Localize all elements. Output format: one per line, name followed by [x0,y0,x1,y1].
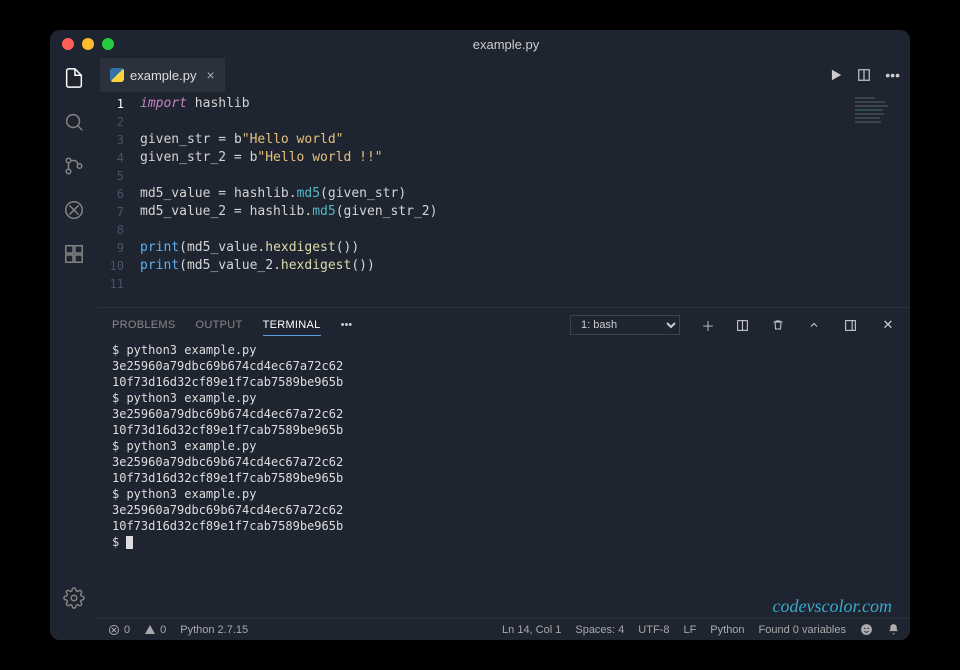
code-line[interactable]: 9print(md5_value.hexdigest()) [98,239,910,257]
vscode-window: example.py [50,30,910,640]
maximize-window-button[interactable] [102,38,114,50]
split-editor-icon[interactable] [857,68,871,82]
workbench: example.py × ••• [50,58,910,640]
status-variables[interactable]: Found 0 variables [759,624,846,636]
settings-gear-icon[interactable] [62,586,86,610]
status-interpreter[interactable]: Python 2.7.15 [180,624,248,636]
terminal-line: $ [112,534,896,550]
terminal-cursor [126,536,133,549]
terminal-view[interactable]: $ python3 example.py3e25960a79dbc69b674c… [98,342,910,618]
status-errors[interactable]: 0 [108,624,130,636]
line-number: 2 [98,113,140,131]
line-number: 3 [98,131,140,149]
close-tab-icon[interactable]: × [206,67,214,83]
line-number: 9 [98,239,140,257]
status-encoding[interactable]: UTF-8 [638,624,669,636]
terminal-line: $ python3 example.py [112,438,896,454]
panel-tabs: PROBLEMS OUTPUT TERMINAL ••• 1: bash ＋ [98,308,910,342]
code-line[interactable]: 3given_str = b"Hello world" [98,131,910,149]
terminal-line: 3e25960a79dbc69b674cd4ec67a72c62 [112,454,896,470]
editor-group: example.py × ••• [98,58,910,640]
source-control-icon[interactable] [62,154,86,178]
explorer-icon[interactable] [62,66,86,90]
line-number: 5 [98,167,140,185]
tab-example-py[interactable]: example.py × [100,58,225,92]
terminal-line: 3e25960a79dbc69b674cd4ec67a72c62 [112,406,896,422]
terminal-line: 10f73d16d32cf89e1f7cab7589be965b [112,518,896,534]
tab-bar: example.py × ••• [98,58,910,92]
line-number: 8 [98,221,140,239]
code-line[interactable]: 8 [98,221,910,239]
status-feedback-icon[interactable] [860,623,873,636]
code-line[interactable]: 6md5_value = hashlib.md5(given_str) [98,185,910,203]
code-editor[interactable]: 1import hashlib23given_str = b"Hello wor… [98,92,910,307]
status-spaces[interactable]: Spaces: 4 [575,624,624,636]
line-number: 11 [98,275,140,293]
terminal-selector[interactable]: 1: bash [570,315,680,335]
code-line[interactable]: 4given_str_2 = b"Hello world !!" [98,149,910,167]
panel-more-icon[interactable]: ••• [341,319,353,331]
panel-tab-terminal[interactable]: TERMINAL [263,315,321,336]
status-bar: 0 0 Python 2.7.15 Ln 14, Col 1 Spaces: 4… [98,618,910,640]
terminal-line: 10f73d16d32cf89e1f7cab7589be965b [112,422,896,438]
status-language[interactable]: Python [710,624,744,636]
terminal-line: $ python3 example.py [112,342,896,358]
line-number: 7 [98,203,140,221]
window-title: example.py [114,37,898,52]
maximize-panel-icon[interactable] [808,319,824,331]
activity-bar [50,58,98,640]
terminal-line: $ python3 example.py [112,486,896,502]
minimize-window-button[interactable] [82,38,94,50]
code-line[interactable]: 7md5_value_2 = hashlib.md5(given_str_2) [98,203,910,221]
status-cursor[interactable]: Ln 14, Col 1 [502,624,561,636]
kill-terminal-icon[interactable] [772,319,788,331]
extensions-icon[interactable] [62,242,86,266]
tab-label: example.py [130,68,196,83]
panel-tab-output[interactable]: OUTPUT [196,315,243,335]
split-terminal-icon[interactable] [736,319,752,332]
code-line[interactable]: 11 [98,275,910,293]
panel-tab-problems[interactable]: PROBLEMS [112,315,176,335]
panel: PROBLEMS OUTPUT TERMINAL ••• 1: bash ＋ [98,307,910,618]
code-line[interactable]: 10print(md5_value_2.hexdigest()) [98,257,910,275]
status-bell-icon[interactable] [887,623,900,636]
search-icon[interactable] [62,110,86,134]
line-number: 4 [98,149,140,167]
debug-icon[interactable] [62,198,86,222]
status-warnings[interactable]: 0 [144,624,166,636]
line-number: 10 [98,257,140,275]
toggle-panel-icon[interactable] [844,319,860,332]
terminal-line: 3e25960a79dbc69b674cd4ec67a72c62 [112,502,896,518]
terminal-line: $ python3 example.py [112,390,896,406]
line-number: 1 [98,95,140,113]
status-eol[interactable]: LF [683,624,696,636]
code-line[interactable]: 2 [98,113,910,131]
code-line[interactable]: 5 [98,167,910,185]
python-file-icon [110,68,124,82]
close-panel-icon[interactable]: ✕ [880,317,896,333]
titlebar: example.py [50,30,910,58]
run-icon[interactable] [829,68,843,82]
terminal-line: 3e25960a79dbc69b674cd4ec67a72c62 [112,358,896,374]
line-number: 6 [98,185,140,203]
editor-actions: ••• [829,67,910,83]
close-window-button[interactable] [62,38,74,50]
more-actions-icon[interactable]: ••• [885,67,900,83]
code-line[interactable]: 1import hashlib [98,95,910,113]
watermark: codevscolor.com [773,598,892,614]
minimap[interactable] [855,97,905,137]
terminal-line: 10f73d16d32cf89e1f7cab7589be965b [112,470,896,486]
window-controls [62,38,114,50]
new-terminal-icon[interactable]: ＋ [700,316,716,335]
terminal-line: 10f73d16d32cf89e1f7cab7589be965b [112,374,896,390]
